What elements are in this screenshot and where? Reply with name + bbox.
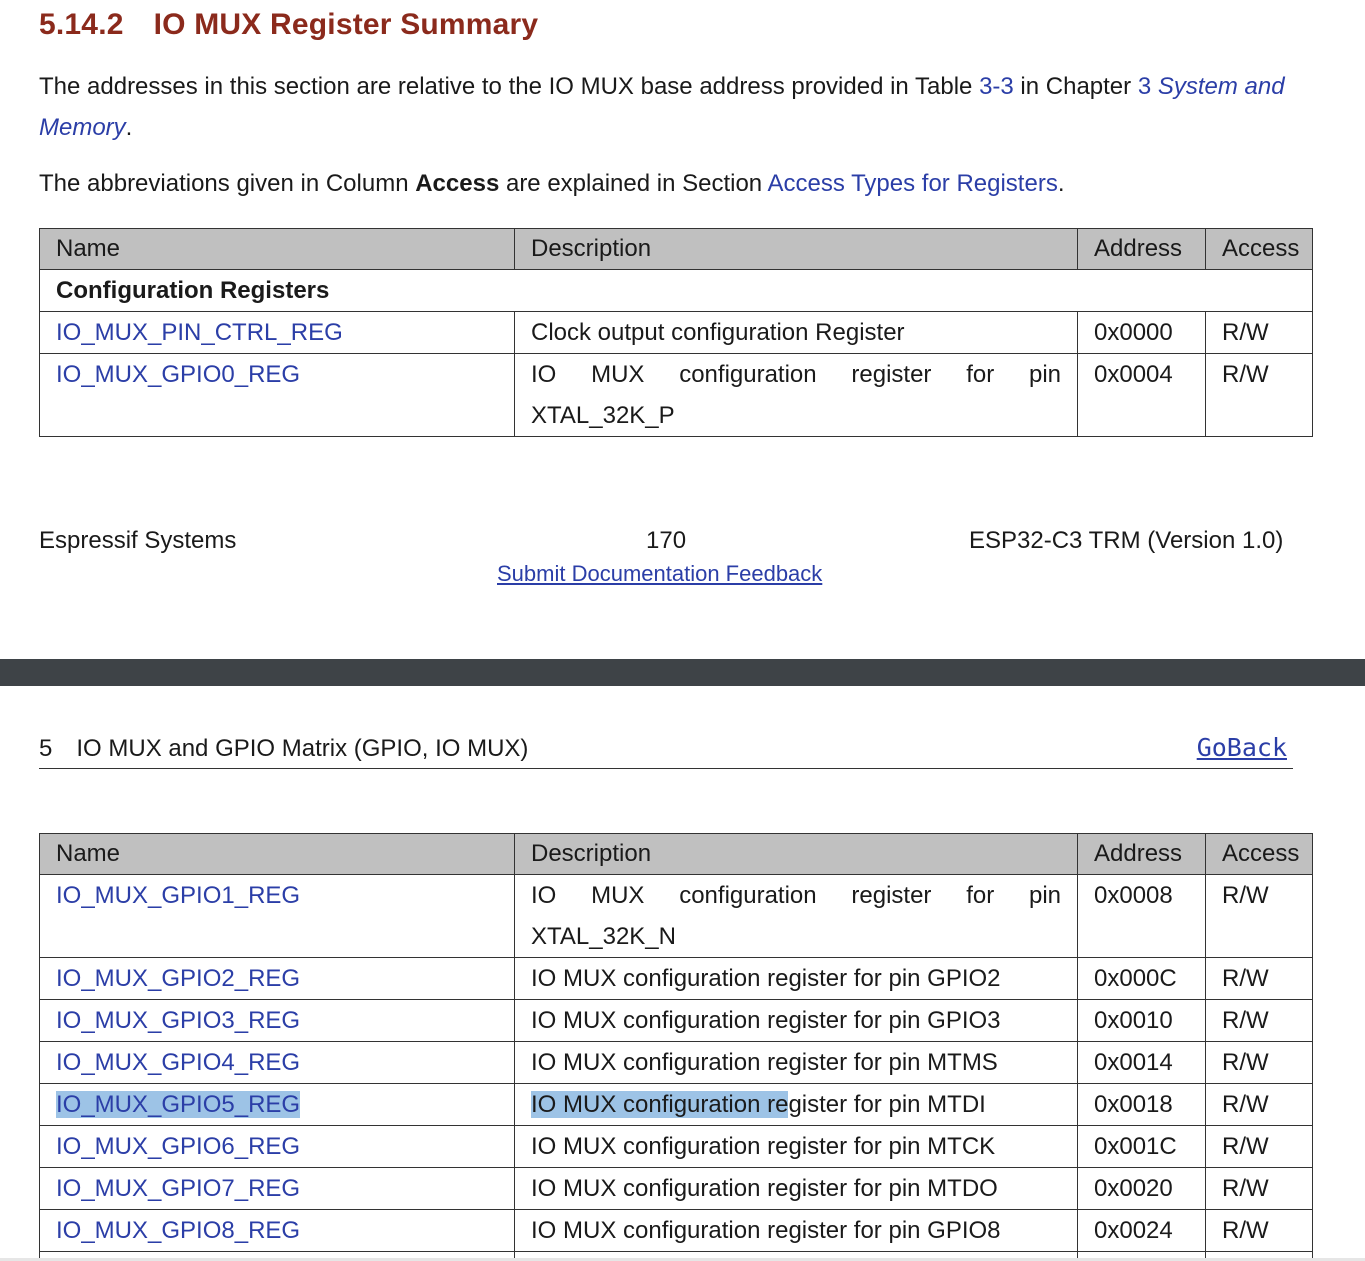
register-access: R/W <box>1205 353 1313 437</box>
register-link[interactable]: IO_MUX_GPIO6_REG <box>56 1133 300 1160</box>
table-row: IO_MUX_GPIO0_REG IO MUX configuration re… <box>39 353 1313 437</box>
register-description: IO MUX configuration register for pin GP… <box>514 957 1078 1000</box>
section-title: IO MUX Register Summary <box>153 8 539 41</box>
table-row: IO_MUX_GPIO2_REG IO MUX configuration re… <box>39 957 1313 1000</box>
access-column-term: Access <box>415 170 500 197</box>
goback-link[interactable]: GoBack <box>1197 733 1287 762</box>
submit-feedback-link[interactable]: Submit Documentation Feedback <box>497 561 822 587</box>
header-name: Name <box>39 228 515 270</box>
footer-page-number: 170 <box>646 527 687 554</box>
register-address: 0x0024 <box>1077 1209 1206 1252</box>
register-access: R/W <box>1205 311 1313 354</box>
chapter-header-rule <box>39 768 1293 769</box>
table-3-3-link[interactable]: 3-3 <box>979 73 1014 100</box>
footer-doc-version: ESP32-C3 TRM (Version 1.0) <box>969 527 1284 554</box>
register-description: IO MUX configuration register for pin XTA… <box>514 353 1078 437</box>
intro-paragraph-1: The addresses in this section are relati… <box>39 73 1285 141</box>
register-access: R/W <box>1205 1167 1313 1210</box>
footer-company: Espressif Systems <box>39 527 237 554</box>
register-address: 0x0020 <box>1077 1167 1206 1210</box>
text-selection: IO MUX configuration re <box>531 1091 789 1118</box>
table-header-row: Name Description Address Access <box>39 228 1313 270</box>
page-separator <box>0 659 1365 686</box>
register-address: 0x0004 <box>1077 353 1206 437</box>
section-number: 5.14.2 <box>39 8 124 41</box>
register-address: 0x0008 <box>1077 874 1206 958</box>
table-row: IO_MUX_GPIO6_REG IO MUX configuration re… <box>39 1125 1313 1168</box>
register-description: Clock output configuration Register <box>514 311 1078 354</box>
register-link[interactable]: IO_MUX_PIN_CTRL_REG <box>56 319 343 346</box>
register-link[interactable]: IO_MUX_GPIO1_REG <box>56 882 300 909</box>
header-address: Address <box>1077 833 1206 875</box>
section-row: Configuration Registers <box>39 269 1313 312</box>
table-row: IO_MUX_GPIO4_REG IO MUX configuration re… <box>39 1041 1313 1084</box>
register-access: R/W <box>1205 1083 1313 1126</box>
register-link[interactable]: IO_MUX_GPIO3_REG <box>56 1007 300 1034</box>
register-description: IO MUX configuration register for pin MT… <box>514 1167 1078 1210</box>
register-description: IO MUX configuration register for pin MT… <box>514 1041 1078 1084</box>
chapter-header: 5 IO MUX and GPIO Matrix (GPIO, IO MUX) <box>39 735 528 763</box>
register-description: IO MUX configuration register for pin GP… <box>514 999 1078 1042</box>
register-address: 0x0018 <box>1077 1083 1206 1126</box>
register-link[interactable]: IO_MUX_GPIO0_REG <box>56 361 300 388</box>
table-row: IO_MUX_PIN_CTRL_REG Clock output configu… <box>39 311 1313 354</box>
register-link[interactable]: IO_MUX_GPIO4_REG <box>56 1049 300 1076</box>
register-access: R/W <box>1205 999 1313 1042</box>
register-link[interactable]: IO_MUX_GPIO5_REG <box>56 1091 301 1118</box>
register-access: R/W <box>1205 1125 1313 1168</box>
register-description: IO MUX configuration register for pin MT… <box>514 1083 1078 1126</box>
header-address: Address <box>1077 228 1206 270</box>
header-name: Name <box>39 833 515 875</box>
register-summary-table-1: Name Description Address Access Configur… <box>39 228 1313 437</box>
section-heading: 5.14.2 IO MUX Register Summary <box>39 8 538 42</box>
register-access: R/W <box>1205 874 1313 958</box>
intro-paragraph-2: The abbreviations given in Column Access… <box>39 170 1065 197</box>
register-description: IO MUX configuration register for pin MT… <box>514 1125 1078 1168</box>
table-row-selected: IO_MUX_GPIO5_REG IO MUX configuration re… <box>39 1083 1313 1126</box>
register-link[interactable]: IO_MUX_GPIO2_REG <box>56 965 300 992</box>
table-header-row: Name Description Address Access <box>39 833 1313 875</box>
section-label: Configuration Registers <box>39 269 1313 312</box>
register-description: IO MUX configuration register for pin GP… <box>514 1209 1078 1252</box>
register-address: 0x000C <box>1077 957 1206 1000</box>
register-address: 0x0010 <box>1077 999 1206 1042</box>
register-access: R/W <box>1205 1041 1313 1084</box>
chapter-title: IO MUX and GPIO Matrix (GPIO, IO MUX) <box>76 735 529 762</box>
header-access: Access <box>1205 228 1313 270</box>
register-summary-table-2: Name Description Address Access IO_MUX_G… <box>39 833 1313 1260</box>
header-description: Description <box>514 833 1078 875</box>
register-link[interactable]: IO_MUX_GPIO8_REG <box>56 1217 300 1244</box>
register-access: R/W <box>1205 957 1313 1000</box>
table-row: IO_MUX_GPIO8_REG IO MUX configuration re… <box>39 1209 1313 1252</box>
chapter-number: 5 <box>39 735 53 762</box>
register-address: 0x0014 <box>1077 1041 1206 1084</box>
table-row: IO_MUX_GPIO1_REG IO MUX configuration re… <box>39 874 1313 958</box>
register-link[interactable]: IO_MUX_GPIO7_REG <box>56 1175 300 1202</box>
register-address: 0x001C <box>1077 1125 1206 1168</box>
header-access: Access <box>1205 833 1313 875</box>
register-access: R/W <box>1205 1209 1313 1252</box>
access-types-link[interactable]: Access Types for Registers <box>767 170 1057 197</box>
table-row: IO_MUX_GPIO7_REG IO MUX configuration re… <box>39 1167 1313 1210</box>
register-address: 0x0000 <box>1077 311 1206 354</box>
table-row: IO_MUX_GPIO3_REG IO MUX configuration re… <box>39 999 1313 1042</box>
register-description: IO MUX configuration register for pin XTA… <box>514 874 1078 958</box>
header-description: Description <box>514 228 1078 270</box>
